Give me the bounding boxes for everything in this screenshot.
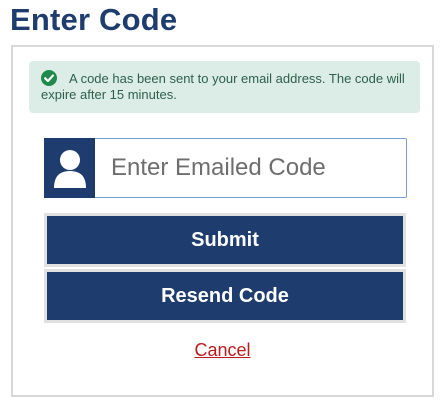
page-title: Enter Code bbox=[10, 2, 178, 37]
success-alert: A code has been sent to your email addre… bbox=[29, 61, 420, 113]
alert-message: A code has been sent to your email addre… bbox=[41, 71, 405, 102]
enter-code-card: A code has been sent to your email addre… bbox=[11, 45, 434, 397]
cancel-link[interactable]: Cancel bbox=[13, 340, 432, 361]
user-icon-addon bbox=[44, 138, 95, 198]
emailed-code-input[interactable] bbox=[95, 138, 407, 198]
code-input-group bbox=[44, 138, 407, 198]
user-icon bbox=[53, 150, 86, 188]
resend-code-button[interactable]: Resend Code bbox=[44, 269, 406, 323]
submit-button[interactable]: Submit bbox=[44, 213, 406, 267]
check-circle-icon bbox=[41, 70, 57, 86]
